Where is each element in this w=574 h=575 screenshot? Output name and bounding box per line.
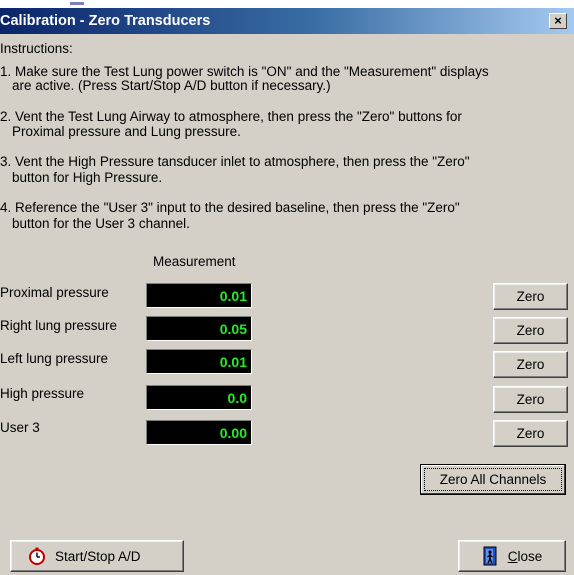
zero-button-user-3[interactable]: Zero [493, 420, 568, 447]
measurement-value: 0.05 [219, 321, 247, 337]
zero-button-proximal-pressure[interactable]: Zero [493, 283, 568, 310]
window-title: Calibration - Zero Transducers [0, 13, 211, 29]
instruction-step-3-line-1: 3. Vent the High Pressure tansducer inle… [0, 154, 470, 169]
close-button[interactable]: Close [458, 540, 566, 572]
instruction-step-1-line-1: 1. Make sure the Test Lung power switch … [0, 64, 489, 79]
close-window-icon[interactable]: × [549, 13, 567, 29]
zero-all-channels-button[interactable]: Zero All Channels [420, 464, 566, 495]
measurement-display-proximal-pressure: 0.01 [146, 283, 252, 308]
instruction-step-4-line-2: button for the User 3 channel. [12, 216, 190, 231]
measurement-display-right-lung-pressure: 0.05 [146, 316, 252, 341]
title-bar[interactable]: Calibration - Zero Transducers × [0, 8, 574, 34]
background-strip [0, 0, 574, 8]
zero-button-left-lung-pressure[interactable]: Zero [493, 351, 568, 378]
close-label: Close [507, 548, 543, 564]
instruction-step-2-line-1: 2. Vent the Test Lung Airway to atmosphe… [0, 109, 462, 124]
channel-label-left-lung-pressure: Left lung pressure [0, 351, 109, 366]
zero-button-right-lung-pressure[interactable]: Zero [493, 317, 568, 344]
instruction-step-4-line-1: 4. Reference the "User 3" input to the d… [0, 200, 460, 215]
instruction-step-1-line-2: are active. (Press Start/Stop A/D button… [12, 78, 331, 93]
start-stop-ad-button[interactable]: Start/Stop A/D [10, 540, 184, 572]
door-exit-icon [482, 546, 500, 566]
channel-label-proximal-pressure: Proximal pressure [0, 285, 109, 300]
measurement-value: 0.01 [219, 354, 247, 370]
channel-label-high-pressure: High pressure [0, 386, 85, 401]
start-stop-ad-label: Start/Stop A/D [55, 548, 141, 564]
measurement-display-high-pressure: 0.0 [146, 385, 252, 410]
measurement-value: 0.00 [219, 425, 247, 441]
measurement-value: 0.01 [219, 288, 247, 304]
measurement-column-header: Measurement [153, 254, 236, 269]
zero-button-high-pressure[interactable]: Zero [493, 386, 568, 413]
channel-label-user-3: User 3 [0, 420, 40, 435]
instructions-heading: Instructions: [0, 41, 73, 56]
background-mark [70, 2, 84, 5]
calibration-dialog: Calibration - Zero Transducers × Instruc… [0, 0, 574, 575]
measurement-display-user-3: 0.00 [146, 420, 252, 445]
channel-label-right-lung-pressure: Right lung pressure [0, 318, 118, 333]
measurement-display-left-lung-pressure: 0.01 [146, 349, 252, 374]
instruction-step-3-line-2: button for High Pressure. [12, 170, 163, 185]
stopwatch-icon [28, 547, 46, 565]
measurement-value: 0.0 [227, 390, 247, 406]
instruction-step-2-line-2: Proximal pressure and Lung pressure. [12, 124, 241, 139]
